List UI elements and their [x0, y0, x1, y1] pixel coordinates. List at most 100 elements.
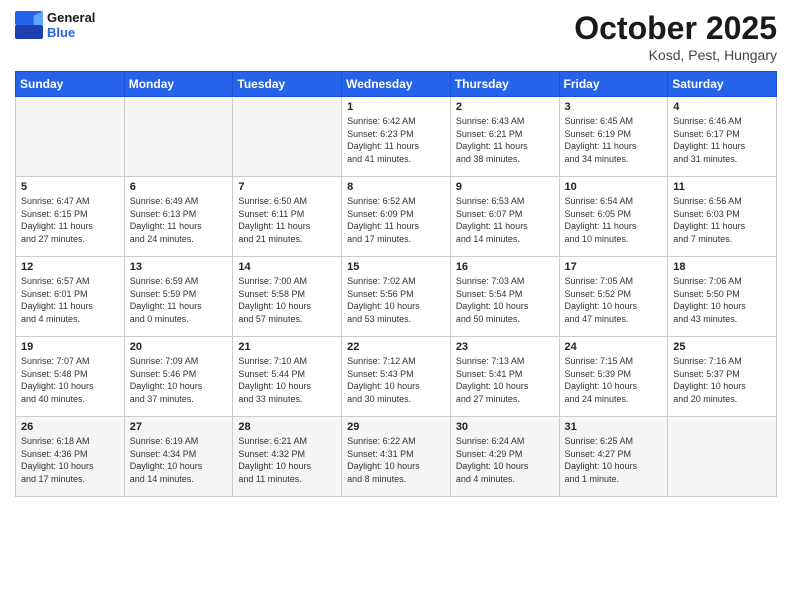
title-block: October 2025 Kosd, Pest, Hungary	[574, 10, 777, 63]
weekday-header-wednesday: Wednesday	[342, 72, 451, 97]
header: General Blue October 2025 Kosd, Pest, Hu…	[15, 10, 777, 63]
day-number: 25	[673, 341, 771, 353]
day-info: Sunrise: 6:50 AM Sunset: 6:11 PM Dayligh…	[238, 195, 336, 245]
day-info: Sunrise: 6:54 AM Sunset: 6:05 PM Dayligh…	[565, 195, 663, 245]
week-row-3: 12Sunrise: 6:57 AM Sunset: 6:01 PM Dayli…	[16, 257, 777, 337]
day-cell: 21Sunrise: 7:10 AM Sunset: 5:44 PM Dayli…	[233, 337, 342, 417]
day-number: 1	[347, 101, 445, 113]
week-row-4: 19 Sunrise: 7:07 AM Sunset: 5:48 PM Dayli…	[16, 337, 777, 417]
day-cell: 5Sunrise: 6:47 AM Sunset: 6:15 PM Daylig…	[16, 177, 125, 257]
week-row-1: 1 Sunrise: 6:42 AM Sunset: 6:23 PM Daylig…	[16, 97, 777, 177]
day-number: 9	[456, 181, 554, 193]
day-info: Sunrise: 6:53 AM Sunset: 6:07 PM Dayligh…	[456, 195, 554, 245]
location: Kosd, Pest, Hungary	[574, 47, 777, 63]
day-info: Sunrise: 7:07 AM Sunset: 5:48 PM Dayligh…	[21, 355, 119, 405]
day-cell: 3 Sunrise: 6:45 AM Sunset: 6:19 PM Daylig…	[559, 97, 668, 177]
day-cell	[16, 97, 125, 177]
day-number: 11	[673, 181, 771, 193]
day-info: Sunrise: 6:59 AM Sunset: 5:59 PM Dayligh…	[130, 275, 228, 325]
day-cell: 9 Sunrise: 6:53 AM Sunset: 6:07 PM Daylig…	[450, 177, 559, 257]
day-cell: 6 Sunrise: 6:49 AM Sunset: 6:13 PM Daylig…	[124, 177, 233, 257]
day-cell: 31 Sunrise: 6:25 AM Sunset: 4:27 PM Dayli…	[559, 417, 668, 497]
day-cell: 19 Sunrise: 7:07 AM Sunset: 5:48 PM Dayli…	[16, 337, 125, 417]
day-number: 20	[130, 341, 228, 353]
day-cell: 29 Sunrise: 6:22 AM Sunset: 4:31 PM Dayli…	[342, 417, 451, 497]
weekday-header-saturday: Saturday	[668, 72, 777, 97]
day-number: 24	[565, 341, 663, 353]
day-number: 3	[565, 101, 663, 113]
day-cell: 15Sunrise: 7:02 AM Sunset: 5:56 PM Dayli…	[342, 257, 451, 337]
day-number: 10	[565, 181, 663, 193]
day-number: 16	[456, 261, 554, 273]
day-info: Sunrise: 6:18 AM Sunset: 4:36 PM Dayligh…	[21, 435, 119, 485]
calendar-page: General Blue October 2025 Kosd, Pest, Hu…	[0, 0, 792, 612]
day-cell: 18 Sunrise: 7:06 AM Sunset: 5:50 PM Dayli…	[668, 257, 777, 337]
day-info: Sunrise: 6:43 AM Sunset: 6:21 PM Dayligh…	[456, 115, 554, 165]
day-cell: 23 Sunrise: 7:13 AM Sunset: 5:41 PM Dayli…	[450, 337, 559, 417]
day-number: 31	[565, 421, 663, 433]
day-cell: 4 Sunrise: 6:46 AM Sunset: 6:17 PM Daylig…	[668, 97, 777, 177]
day-cell: 14 Sunrise: 7:00 AM Sunset: 5:58 PM Dayli…	[233, 257, 342, 337]
weekday-header-thursday: Thursday	[450, 72, 559, 97]
day-info: Sunrise: 6:22 AM Sunset: 4:31 PM Dayligh…	[347, 435, 445, 485]
day-number: 4	[673, 101, 771, 113]
day-number: 19	[21, 341, 119, 353]
day-cell: 13 Sunrise: 6:59 AM Sunset: 5:59 PM Dayli…	[124, 257, 233, 337]
day-info: Sunrise: 6:24 AM Sunset: 4:29 PM Dayligh…	[456, 435, 554, 485]
day-info: Sunrise: 7:09 AM Sunset: 5:46 PM Dayligh…	[130, 355, 228, 405]
day-number: 26	[21, 421, 119, 433]
day-number: 14	[238, 261, 336, 273]
day-number: 21	[238, 341, 336, 353]
day-cell: 12Sunrise: 6:57 AM Sunset: 6:01 PM Dayli…	[16, 257, 125, 337]
day-info: Sunrise: 6:46 AM Sunset: 6:17 PM Dayligh…	[673, 115, 771, 165]
day-cell: 27 Sunrise: 6:19 AM Sunset: 4:34 PM Dayli…	[124, 417, 233, 497]
day-info: Sunrise: 7:05 AM Sunset: 5:52 PM Dayligh…	[565, 275, 663, 325]
day-number: 18	[673, 261, 771, 273]
logo-icon	[15, 11, 43, 39]
day-number: 22	[347, 341, 445, 353]
day-info: Sunrise: 6:25 AM Sunset: 4:27 PM Dayligh…	[565, 435, 663, 485]
day-info: Sunrise: 7:13 AM Sunset: 5:41 PM Dayligh…	[456, 355, 554, 405]
calendar-table: SundayMondayTuesdayWednesdayThursdayFrid…	[15, 71, 777, 497]
day-cell: 11Sunrise: 6:56 AM Sunset: 6:03 PM Dayli…	[668, 177, 777, 257]
weekday-header-monday: Monday	[124, 72, 233, 97]
day-info: Sunrise: 6:19 AM Sunset: 4:34 PM Dayligh…	[130, 435, 228, 485]
day-info: Sunrise: 6:52 AM Sunset: 6:09 PM Dayligh…	[347, 195, 445, 245]
day-number: 30	[456, 421, 554, 433]
weekday-header-tuesday: Tuesday	[233, 72, 342, 97]
day-cell: 10 Sunrise: 6:54 AM Sunset: 6:05 PM Dayli…	[559, 177, 668, 257]
day-cell: 8Sunrise: 6:52 AM Sunset: 6:09 PM Daylig…	[342, 177, 451, 257]
day-cell: 26 Sunrise: 6:18 AM Sunset: 4:36 PM Dayli…	[16, 417, 125, 497]
logo-text: General Blue	[47, 10, 95, 40]
day-cell: 7 Sunrise: 6:50 AM Sunset: 6:11 PM Daylig…	[233, 177, 342, 257]
logo: General Blue	[15, 10, 95, 40]
day-number: 13	[130, 261, 228, 273]
day-cell: 30 Sunrise: 6:24 AM Sunset: 4:29 PM Dayli…	[450, 417, 559, 497]
day-info: Sunrise: 7:00 AM Sunset: 5:58 PM Dayligh…	[238, 275, 336, 325]
day-info: Sunrise: 7:06 AM Sunset: 5:50 PM Dayligh…	[673, 275, 771, 325]
day-cell: 16Sunrise: 7:03 AM Sunset: 5:54 PM Dayli…	[450, 257, 559, 337]
day-cell: 22Sunrise: 7:12 AM Sunset: 5:43 PM Dayli…	[342, 337, 451, 417]
day-info: Sunrise: 6:21 AM Sunset: 4:32 PM Dayligh…	[238, 435, 336, 485]
day-number: 29	[347, 421, 445, 433]
day-number: 23	[456, 341, 554, 353]
day-number: 6	[130, 181, 228, 193]
day-info: Sunrise: 6:49 AM Sunset: 6:13 PM Dayligh…	[130, 195, 228, 245]
day-number: 2	[456, 101, 554, 113]
week-row-5: 26 Sunrise: 6:18 AM Sunset: 4:36 PM Dayli…	[16, 417, 777, 497]
day-cell	[124, 97, 233, 177]
day-info: Sunrise: 6:45 AM Sunset: 6:19 PM Dayligh…	[565, 115, 663, 165]
day-info: Sunrise: 6:42 AM Sunset: 6:23 PM Dayligh…	[347, 115, 445, 165]
day-info: Sunrise: 7:15 AM Sunset: 5:39 PM Dayligh…	[565, 355, 663, 405]
day-cell: 1 Sunrise: 6:42 AM Sunset: 6:23 PM Daylig…	[342, 97, 451, 177]
week-row-2: 5Sunrise: 6:47 AM Sunset: 6:15 PM Daylig…	[16, 177, 777, 257]
day-cell: 2 Sunrise: 6:43 AM Sunset: 6:21 PM Daylig…	[450, 97, 559, 177]
day-number: 27	[130, 421, 228, 433]
day-number: 5	[21, 181, 119, 193]
day-number: 12	[21, 261, 119, 273]
month-title: October 2025	[574, 10, 777, 47]
day-number: 7	[238, 181, 336, 193]
weekday-header-row: SundayMondayTuesdayWednesdayThursdayFrid…	[16, 72, 777, 97]
day-cell: 24 Sunrise: 7:15 AM Sunset: 5:39 PM Dayli…	[559, 337, 668, 417]
day-number: 17	[565, 261, 663, 273]
